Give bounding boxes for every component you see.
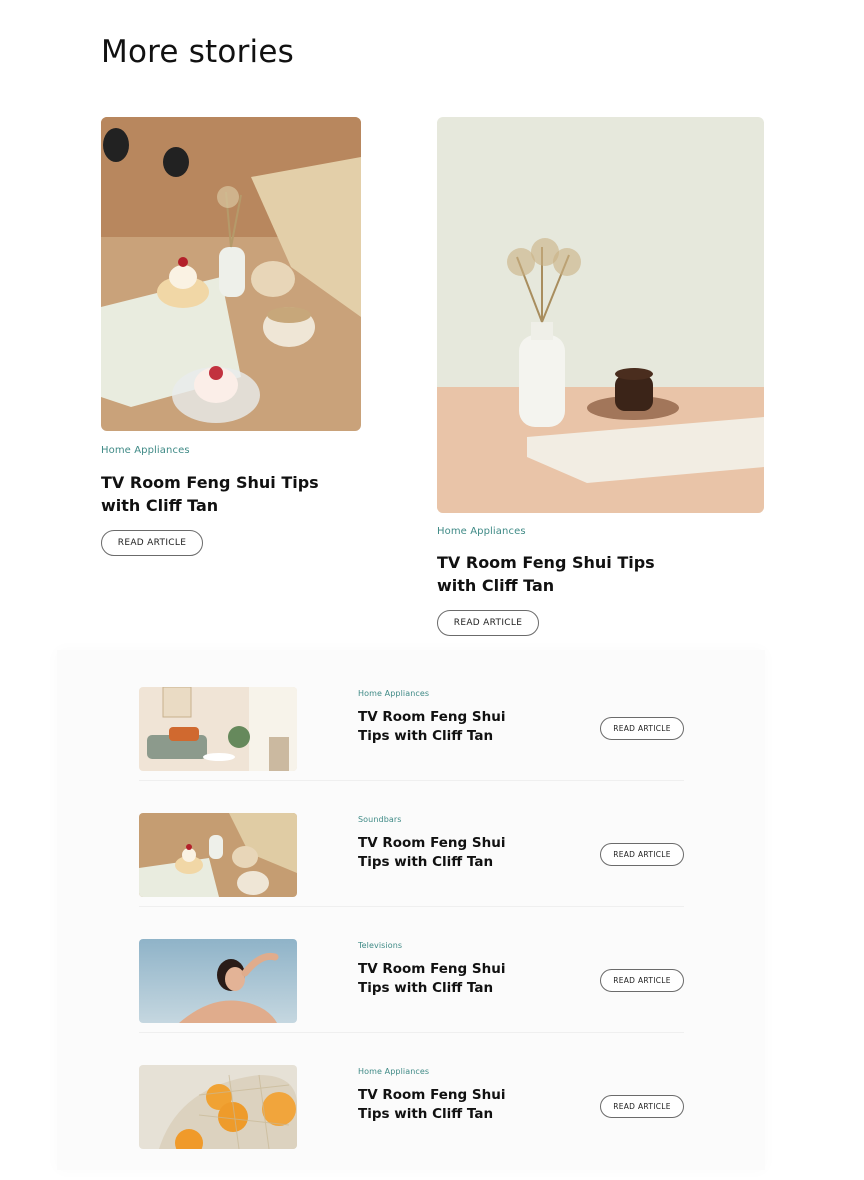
desserts-table-photo[interactable]: [101, 117, 361, 431]
card-category[interactable]: Home Appliances: [437, 526, 526, 537]
item-category[interactable]: Televisions: [358, 941, 402, 950]
item-title[interactable]: TV Room Feng Shui Tips with Cliff Tan: [358, 834, 538, 872]
item-title[interactable]: TV Room Feng Shui Tips with Cliff Tan: [358, 960, 538, 998]
card-title[interactable]: TV Room Feng Shui Tips with Cliff Tan: [437, 551, 697, 597]
section-title: More stories: [101, 34, 294, 70]
read-article-button[interactable]: READ ARTICLE: [101, 530, 203, 556]
divider: [139, 906, 684, 907]
read-article-button[interactable]: READ ARTICLE: [600, 969, 684, 992]
divider: [139, 1032, 684, 1033]
woman-sky-photo[interactable]: [139, 939, 297, 1023]
item-category[interactable]: Soundbars: [358, 815, 402, 824]
read-article-button[interactable]: READ ARTICLE: [600, 843, 684, 866]
item-category[interactable]: Home Appliances: [358, 1067, 429, 1076]
list-item: Soundbars TV Room Feng Shui Tips with Cl…: [139, 802, 684, 928]
item-category[interactable]: Home Appliances: [358, 689, 429, 698]
item-title[interactable]: TV Room Feng Shui Tips with Cliff Tan: [358, 708, 538, 746]
stories-list: Home Appliances TV Room Feng Shui Tips w…: [57, 650, 765, 1170]
featured-card-2: Home Appliances TV Room Feng Shui Tips w…: [437, 117, 764, 642]
vase-and-cake-photo[interactable]: [437, 117, 764, 513]
card-category[interactable]: Home Appliances: [101, 445, 190, 456]
list-item: Home Appliances TV Room Feng Shui Tips w…: [139, 676, 684, 802]
divider: [139, 780, 684, 781]
item-title[interactable]: TV Room Feng Shui Tips with Cliff Tan: [358, 1086, 538, 1124]
featured-card-1: Home Appliances TV Room Feng Shui Tips w…: [101, 117, 361, 562]
card-title[interactable]: TV Room Feng Shui Tips with Cliff Tan: [101, 471, 361, 517]
list-item: Home Appliances TV Room Feng Shui Tips w…: [139, 1054, 684, 1180]
read-article-button[interactable]: READ ARTICLE: [437, 610, 539, 636]
desserts-table-photo[interactable]: [139, 813, 297, 897]
read-article-button[interactable]: READ ARTICLE: [600, 717, 684, 740]
read-article-button[interactable]: READ ARTICLE: [600, 1095, 684, 1118]
list-item: Televisions TV Room Feng Shui Tips with …: [139, 928, 684, 1054]
oranges-photo[interactable]: [139, 1065, 297, 1149]
living-room-photo[interactable]: [139, 687, 297, 771]
